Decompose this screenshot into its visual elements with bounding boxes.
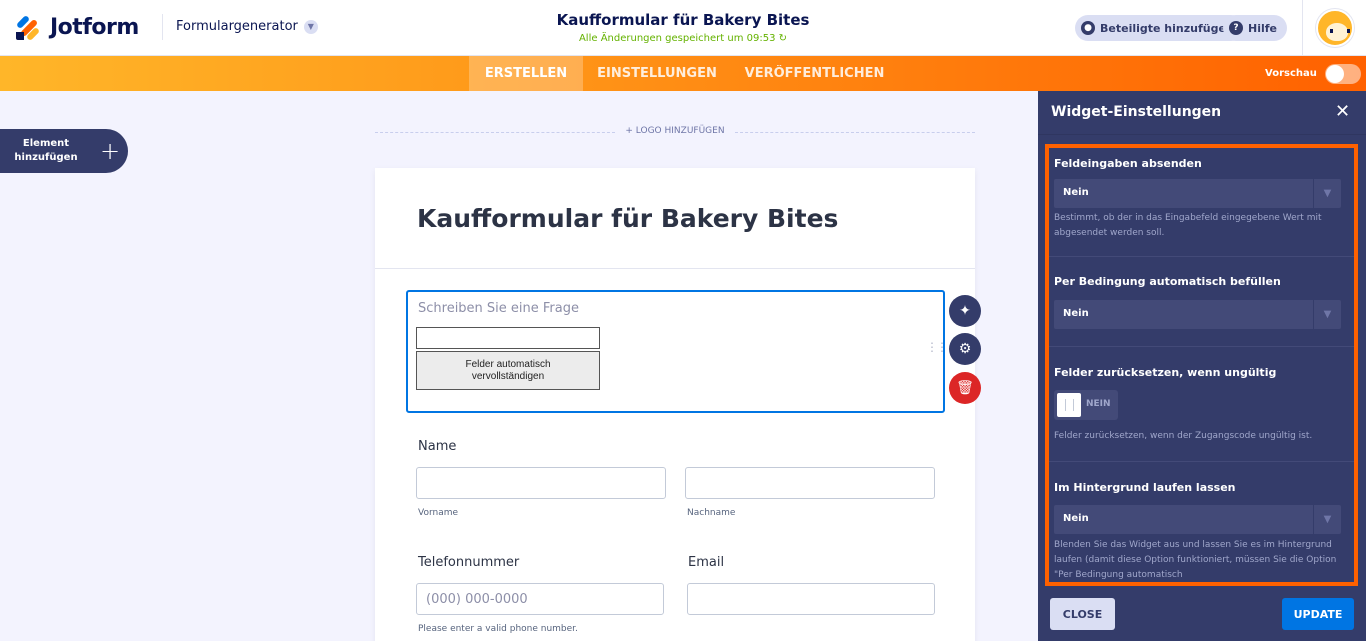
builder-navbar: ERSTELLEN EINSTELLUNGEN VERÖFFENTLICHEN … [0, 56, 1366, 91]
section-description: Felder zurücksetzen, wenn der Zugangscod… [1054, 431, 1313, 441]
select-value: Nein [1063, 308, 1089, 319]
close-icon[interactable]: ✕ [1335, 101, 1350, 122]
toggle-knob [1057, 393, 1081, 417]
add-logo-link[interactable]: + LOGO HINZUFÜGEN [375, 126, 975, 136]
email-input[interactable] [687, 583, 935, 615]
panel-header: Widget-Einstellungen ✕ [1038, 91, 1366, 135]
submit-field-select[interactable]: Nein ▼ [1054, 179, 1341, 208]
panel-footer: CLOSE UPDATE [1038, 586, 1366, 641]
widget-input[interactable] [416, 327, 600, 349]
phone-label: Telefonnummer [418, 555, 520, 570]
preview-label: Vorschau [1265, 68, 1317, 79]
conditional-autofill-select[interactable]: Nein ▼ [1054, 300, 1341, 329]
question-placeholder[interactable]: Schreiben Sie eine Frage [418, 301, 579, 316]
help-button[interactable]: ? Hilfe [1223, 15, 1287, 41]
form-card: Kaufformular für Bakery Bites Schreiben … [375, 168, 975, 641]
first-name-input[interactable] [416, 467, 666, 499]
brand-name: Jotform [50, 14, 139, 40]
caret-down-icon: ▼ [1313, 300, 1341, 329]
avatar [1315, 9, 1354, 47]
reset-invalid-toggle[interactable]: NEIN [1054, 390, 1118, 420]
email-label: Email [688, 555, 725, 570]
autocomplete-line1: Felder automatisch [465, 358, 551, 370]
section-title: Im Hintergrund laufen lassen [1054, 481, 1236, 494]
divider [375, 268, 975, 269]
close-button[interactable]: CLOSE [1050, 598, 1115, 630]
add-element-label: Element hinzufügen [0, 137, 92, 165]
help-label: Hilfe [1248, 21, 1277, 35]
trash-icon[interactable]: 🗑 [949, 372, 981, 404]
magic-wand-icon[interactable]: ✦ [949, 295, 981, 327]
last-name-sublabel: Nachname [687, 508, 736, 518]
top-header: Jotform Formulargenerator ▼ Kaufformular… [0, 0, 1366, 56]
generator-dropdown[interactable]: Formulargenerator ▼ [176, 19, 318, 34]
section-reset-invalid: Felder zurücksetzen, wenn ungültig NEIN … [1049, 347, 1354, 462]
tab-erstellen[interactable]: ERSTELLEN [469, 56, 583, 91]
generator-label: Formulargenerator [176, 19, 298, 34]
user-icon: ● [1081, 21, 1095, 35]
section-submit-field: Feldeingaben absenden Nein ▼ Bestimmt, o… [1049, 148, 1354, 257]
drag-handle-icon[interactable]: ⋮⋮ [926, 341, 948, 353]
select-value: Nein [1063, 513, 1089, 524]
section-title: Felder zurücksetzen, wenn ungültig [1054, 366, 1277, 379]
autocomplete-widget[interactable]: Schreiben Sie eine Frage Felder automati… [406, 290, 948, 413]
caret-down-icon: ▼ [1313, 179, 1341, 208]
section-title: Feldeingaben absenden [1054, 157, 1202, 170]
toggle-text: NEIN [1086, 399, 1111, 409]
add-element-line2: hinzufügen [14, 152, 78, 163]
phone-hint: Please enter a valid phone number. [418, 624, 578, 634]
update-button[interactable]: UPDATE [1282, 598, 1354, 630]
question-icon: ? [1229, 21, 1243, 35]
section-conditional-autofill: Per Bedingung automatisch befüllen Nein … [1049, 257, 1354, 347]
form-title[interactable]: Kaufformular für Bakery Bites [433, 11, 933, 29]
form-heading[interactable]: Kaufformular für Bakery Bites [417, 204, 838, 233]
jotform-logo-icon [15, 13, 42, 42]
refresh-icon: ↻ [778, 33, 788, 44]
account-menu[interactable] [1302, 0, 1366, 56]
section-description: Blenden Sie das Widget aus und lassen Si… [1054, 540, 1337, 580]
plus-icon: + [100, 137, 121, 165]
save-status-text: Alle Änderungen gespeichert um 09:53 [578, 33, 776, 44]
run-background-select[interactable]: Nein ▼ [1054, 505, 1341, 534]
section-description: Bestimmt, ob der in das Eingabefeld eing… [1054, 213, 1322, 238]
select-value: Nein [1063, 187, 1089, 198]
add-element-button[interactable]: Element hinzufügen + [0, 129, 128, 173]
tab-einstellungen[interactable]: EINSTELLUNGEN [583, 56, 731, 91]
save-status: Alle Änderungen gespeichert um 09:53 ↻ [433, 33, 933, 44]
gear-icon[interactable]: ⚙ [949, 333, 981, 365]
settings-list: Feldeingaben absenden Nein ▼ Bestimmt, o… [1045, 144, 1358, 586]
preview-toggle-area: Vorschau [1265, 56, 1361, 91]
autocomplete-fields-button[interactable]: Felder automatisch vervollständigen [416, 351, 600, 390]
jotform-logo[interactable]: Jotform [15, 13, 139, 42]
tab-veroeffentlichen[interactable]: VERÖFFENTLICHEN [731, 56, 898, 91]
add-element-line1: Element [22, 138, 70, 149]
divider [162, 14, 163, 40]
preview-toggle[interactable] [1324, 63, 1361, 84]
form-title-area: Kaufformular für Bakery Bites Alle Änder… [433, 11, 933, 44]
section-title: Per Bedingung automatisch befüllen [1054, 275, 1281, 288]
first-name-sublabel: Vorname [418, 508, 459, 518]
autocomplete-line2: vervollständigen [471, 370, 545, 382]
panel-title: Widget-Einstellungen [1051, 104, 1222, 120]
section-run-background: Im Hintergrund laufen lassen Nein ▼ Blen… [1049, 462, 1354, 582]
widget-settings-panel: Widget-Einstellungen ✕ Feldeingaben abse… [1038, 91, 1366, 641]
add-participants-button[interactable]: ● Beteiligte hinzufügen [1075, 15, 1244, 41]
add-participants-label: Beteiligte hinzufügen [1100, 21, 1234, 35]
name-label: Name [418, 439, 457, 454]
phone-input[interactable]: (000) 000-0000 [416, 583, 664, 615]
caret-down-icon: ▼ [1313, 505, 1341, 534]
chevron-down-icon: ▼ [303, 19, 318, 34]
last-name-input[interactable] [685, 467, 935, 499]
